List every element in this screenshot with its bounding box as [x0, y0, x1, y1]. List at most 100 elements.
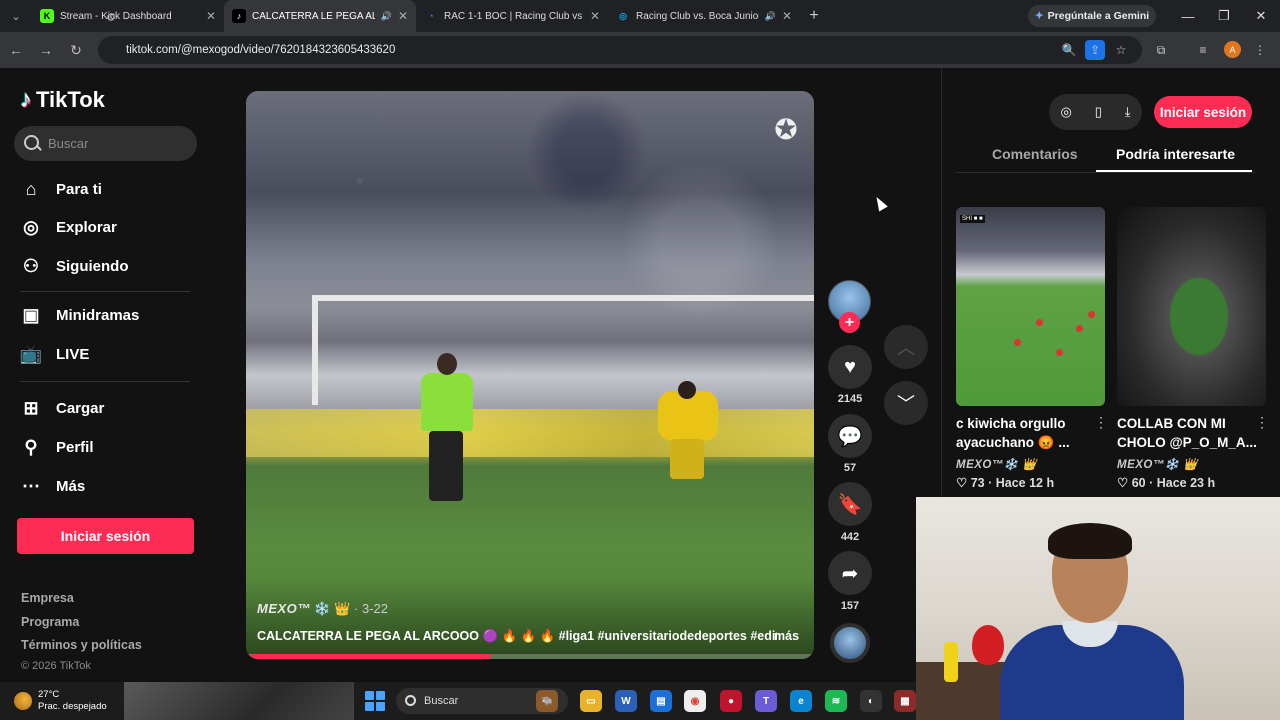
nav-label: Más [56, 477, 86, 495]
zoom-icon[interactable]: 🔍 [1059, 40, 1079, 60]
audio-playing-icon[interactable]: 🔊 [381, 11, 392, 22]
share-arrow-icon: ➦ [841, 562, 859, 585]
url-field[interactable]: tiktok.com/@mexogod/video/76201843236054… [98, 36, 1142, 64]
nav-item-live[interactable]: 📺 LIVE [20, 343, 90, 365]
close-tab-icon[interactable]: ✕ [782, 9, 792, 23]
nav-item-minidramas[interactable]: ▣ Minidramas [20, 304, 139, 326]
save-button[interactable]: 🔖 [828, 482, 872, 526]
suggested-video-title[interactable]: c kiwicha orgullo ayacuchano 😡 ... [956, 414, 1096, 452]
tab-comentarios[interactable]: Comentarios [992, 146, 1078, 162]
copyright: © 2026 TikTok [21, 660, 91, 672]
taskbar-search-label: Buscar [424, 695, 459, 707]
install-app-icon[interactable]: ⇪ [1085, 40, 1105, 60]
video-more-link[interactable]: más [774, 629, 799, 643]
reload-button[interactable]: ↻ [62, 36, 90, 64]
close-tab-icon[interactable]: ✕ [590, 9, 600, 23]
tab-tiktok-video[interactable]: ♪ CALCATERRA LE PEGA AL AR 🔊 ✕ [224, 0, 416, 32]
tiktok-logo[interactable]: ♪ TikTok [20, 86, 105, 114]
url-text: tiktok.com/@mexogod/video/76201843236054… [126, 44, 396, 56]
word-icon[interactable]: W [615, 690, 637, 712]
music-disc-avatar[interactable] [830, 623, 870, 663]
suggested-video-stats: ♡ 73 · Hace 12 h [956, 476, 1055, 490]
forward-button[interactable]: → [32, 36, 60, 64]
chrome-icon[interactable]: ◉ [684, 690, 706, 712]
new-tab-button[interactable]: + [800, 7, 828, 25]
suggested-video-thumbnail[interactable]: SHI ■ ■ [956, 207, 1105, 406]
suggested-video-stats: ♡ 60 · Hace 23 h [1117, 476, 1216, 490]
webcam-person-hair [1048, 523, 1132, 559]
bookmark-star-icon[interactable]: ☆ [1111, 40, 1131, 60]
thumbnail-score-label: SHI ■ ■ [960, 215, 985, 223]
weather-widget[interactable]: 27°C Prac. despejado [14, 689, 107, 713]
tab-kick-dashboard[interactable]: K Stream - Kick Dashboard ✕ [32, 0, 224, 32]
taskbar-app-icon[interactable]: ● [720, 690, 742, 712]
gemini-label: Pregúntale a Gemini [1047, 10, 1150, 22]
search-icon [24, 135, 39, 150]
device-icon[interactable]: ▯ [1095, 104, 1102, 120]
tab-racing-boca-score[interactable]: ◔ RAC 1-1 BOC | Racing Club vs B ✕ [416, 0, 608, 32]
footer-link-programa[interactable]: Programa [21, 615, 79, 629]
tab-racing-boca-stream[interactable]: ◎ Racing Club vs. Boca Junior 🔊 ✕ [608, 0, 800, 32]
nav-item-mas[interactable]: ⋯ Más [20, 475, 85, 497]
minimize-button[interactable]: — [1170, 0, 1206, 32]
search-input[interactable]: Buscar [14, 126, 197, 161]
suggested-video-thumbnail[interactable] [1117, 207, 1266, 406]
weather-temperature: 27°C [38, 689, 60, 700]
like-button[interactable]: ♥ [828, 345, 872, 389]
video-player[interactable]: ✪ MEXO™ ❄️ 👑 · 3-22 CALCATERRA LE PEGA A… [246, 91, 814, 659]
comment-button[interactable]: 💬 [828, 414, 872, 458]
footer-link-empresa[interactable]: Empresa [21, 591, 74, 605]
more-icon: ⋯ [22, 475, 40, 496]
footer-link-terminos[interactable]: Términos y políticas [21, 638, 142, 652]
login-button[interactable]: Iniciar sesión [17, 518, 194, 554]
more-options-icon[interactable]: ⋮ [1255, 414, 1269, 431]
close-window-button[interactable]: ✕ [1243, 0, 1279, 32]
taskbar-app-icon[interactable]: ▤ [650, 690, 672, 712]
nav-label: Siguiendo [56, 257, 129, 275]
tab-title: RAC 1-1 BOC | Racing Club vs B [444, 10, 584, 22]
suggested-video-author[interactable]: MEXO™❄️ 👑 [1117, 457, 1198, 471]
maximize-button[interactable]: ❐ [1206, 0, 1242, 32]
nav-item-siguiendo[interactable]: ⚇ Siguiendo [20, 255, 129, 277]
site-info-icon[interactable]: ⚙ [106, 11, 118, 24]
edge-icon[interactable]: e [790, 690, 812, 712]
file-explorer-icon[interactable]: ▭ [580, 690, 602, 712]
obs-icon[interactable]: ◐ [860, 690, 882, 712]
nav-item-explorar[interactable]: ◎ Explorar [20, 216, 117, 238]
player-dot [1088, 311, 1095, 318]
suggested-video-title[interactable]: COLLAB CON MI CHOLO @P_O_M_A... [1117, 414, 1257, 452]
teams-icon[interactable]: T [755, 690, 777, 712]
close-tab-icon[interactable]: ✕ [398, 9, 408, 23]
taskbar-widget-icon[interactable]: 🐃 [536, 690, 558, 712]
tab-search-dropdown[interactable]: ⌄ [0, 0, 32, 32]
weather-condition: Prac. despejado [38, 701, 107, 712]
video-progress-fill [246, 654, 491, 659]
video-author[interactable]: MEXO™ [257, 601, 311, 616]
suggested-video-author[interactable]: MEXO™❄️ 👑 [956, 457, 1037, 471]
browser-menu-icon[interactable]: ⋮ [1250, 40, 1270, 60]
windows-start-icon[interactable] [365, 691, 385, 711]
next-video-button[interactable]: ﹀ [884, 381, 928, 425]
back-button[interactable]: ← [2, 36, 30, 64]
previous-video-button[interactable]: ︿ [884, 325, 928, 369]
nav-item-cargar[interactable]: ⊞ Cargar [20, 397, 104, 419]
gemini-button[interactable]: ✦ Pregúntale a Gemini [1028, 5, 1156, 27]
taskbar-app-icon[interactable]: ▦ [894, 690, 916, 712]
share-button[interactable]: ➦ [828, 551, 872, 595]
tab-search-icon[interactable]: ≡ [1193, 40, 1213, 60]
nav-item-perfil[interactable]: ⚲ Perfil [20, 436, 93, 458]
gemini-sparkle-icon: ✦ [1034, 10, 1044, 22]
login-top-button[interactable]: Iniciar sesión [1154, 96, 1252, 128]
extensions-icon[interactable]: ⧉ [1151, 40, 1171, 60]
tab-podria-interesarte[interactable]: Podría interesarte [1116, 146, 1235, 162]
close-tab-icon[interactable]: ✕ [206, 9, 216, 23]
follow-plus-icon[interactable]: + [839, 312, 860, 333]
nav-item-para-ti[interactable]: ⌂ Para ti [20, 178, 102, 200]
spotify-icon[interactable]: ≋ [825, 690, 847, 712]
nav-label: LIVE [56, 345, 90, 363]
more-options-icon[interactable]: ⋮ [1094, 414, 1108, 431]
profile-avatar[interactable]: A [1224, 41, 1241, 58]
download-icon[interactable]: ⤓ [1125, 104, 1131, 120]
compass-icon[interactable]: ◎ [1060, 104, 1071, 120]
audio-playing-icon[interactable]: 🔊 [765, 11, 776, 22]
